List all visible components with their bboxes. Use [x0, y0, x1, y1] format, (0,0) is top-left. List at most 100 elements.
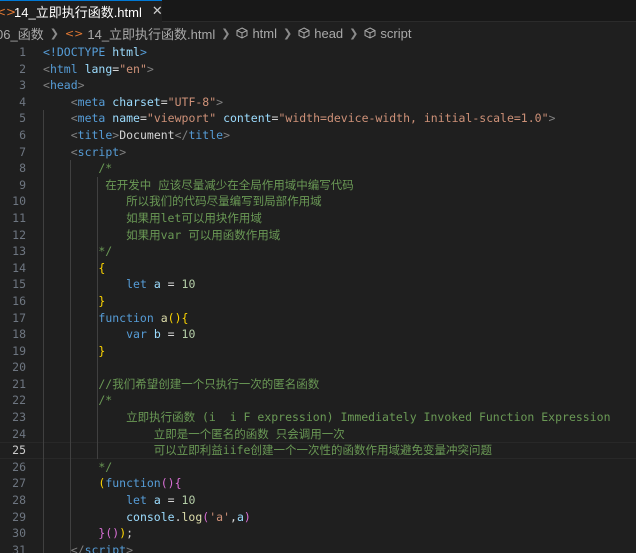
code-line[interactable]: </script>: [43, 542, 636, 553]
tab-file[interactable]: <> 14_立即执行函数.html ✕: [0, 0, 163, 22]
code-line[interactable]: }: [43, 293, 636, 310]
line-number: 2: [19, 61, 26, 76]
code-token: Document: [119, 127, 175, 142]
code-line[interactable]: //我们希望创建一个只执行一次的匿名函数: [43, 376, 636, 393]
code-line[interactable]: 所以我们的代码尽量编写到局部作用域: [43, 193, 636, 210]
code-token: let: [126, 493, 147, 508]
code-line[interactable]: /*: [43, 160, 636, 177]
line-number: 14: [12, 260, 26, 275]
element-cube-icon: [236, 27, 248, 39]
code-token: =: [160, 493, 182, 508]
code-token: html: [112, 45, 140, 59]
line-number: 17: [12, 310, 26, 325]
breadcrumb-script[interactable]: script: [364, 26, 411, 41]
code-token: (): [105, 526, 120, 541]
code-line[interactable]: {: [43, 260, 636, 277]
code-token: >: [77, 78, 85, 93]
code-token: html: [49, 61, 78, 76]
line-number: 19: [12, 343, 26, 358]
code-token: a: [236, 509, 244, 524]
line-number: 18: [12, 327, 26, 342]
code-line[interactable]: 如果用var 可以用函数作用域: [43, 227, 636, 244]
code-token: function: [98, 310, 154, 325]
code-line[interactable]: console.log('a',a): [43, 509, 636, 526]
code-line[interactable]: var b = 10: [43, 326, 636, 343]
line-number: 31: [12, 542, 26, 553]
breadcrumb-folder[interactable]: 06_函数: [0, 24, 44, 43]
code-editor[interactable]: 1 2 3 4 5 6 7 8 9 10 11 12 13 14 15 16 17 18 19 20 21 22 23 24 2…: [0, 44, 636, 553]
code-line[interactable]: <meta charset="UTF-8">: [43, 94, 636, 111]
code-token: content: [216, 111, 272, 126]
code-token: */: [43, 244, 113, 259]
code-line[interactable]: (function(){: [43, 475, 636, 492]
code-line[interactable]: <meta name="viewport" content="width=dev…: [43, 110, 636, 127]
code-line[interactable]: 在开发中 应该尽量减少在全局作用域中编写代码: [43, 177, 636, 194]
code-line[interactable]: let a = 10: [43, 276, 636, 293]
code-line[interactable]: 立即是一个匿名的函数 只会调用一次: [43, 426, 636, 443]
breadcrumb-file[interactable]: <> 14_立即执行函数.html: [65, 24, 215, 43]
code-token: "viewport": [146, 111, 217, 126]
code-token: script: [77, 144, 120, 159]
line-number: 10: [12, 194, 26, 209]
code-line[interactable]: <!DOCTYPE html>: [43, 44, 636, 61]
html-file-icon: <>: [64, 26, 84, 40]
code-line[interactable]: 立即执行函数 (i i F expression) Immediately In…: [43, 409, 636, 426]
code-line[interactable]: */: [43, 243, 636, 260]
code-token: */: [43, 459, 113, 474]
code-token: "UTF-8": [167, 94, 217, 109]
line-number: 13: [12, 244, 26, 259]
code-token: }: [98, 293, 106, 308]
code-line[interactable]: 如果用let可以用块作用域: [43, 210, 636, 227]
code-line[interactable]: }());: [43, 525, 636, 542]
code-token: b: [153, 327, 161, 342]
code-token: =: [160, 277, 182, 292]
code-token: =: [139, 111, 147, 126]
code-line[interactable]: <html lang="en">: [43, 61, 636, 78]
code-line[interactable]: [43, 359, 636, 376]
breadcrumb-html[interactable]: html: [236, 26, 277, 41]
code-token: a: [160, 310, 168, 325]
code-token: <!DOCTYPE: [43, 45, 113, 59]
line-number: 28: [12, 493, 26, 508]
code-line[interactable]: */: [43, 459, 636, 476]
code-token: var: [126, 327, 147, 342]
code-line[interactable]: let a = 10: [43, 492, 636, 509]
line-number: 1: [19, 45, 26, 59]
line-number: 6: [19, 127, 26, 142]
code-line[interactable]: <title>Document</title>: [43, 127, 636, 144]
breadcrumb-file-label: 14_立即执行函数.html: [87, 26, 216, 42]
code-token: >: [548, 111, 556, 126]
code-token: <: [70, 127, 78, 142]
line-number: 27: [12, 476, 26, 491]
code-token: 如果用var 可以用函数作用域: [43, 227, 281, 242]
code-token: charset: [105, 94, 161, 109]
breadcrumb-head[interactable]: head: [298, 26, 343, 41]
code-area[interactable]: <!DOCTYPE html> <html lang="en"> <head> <m…: [43, 44, 636, 553]
breadcrumb-head-label: head: [314, 25, 344, 41]
code-token: <: [70, 94, 78, 109]
code-line[interactable]: function a(){: [43, 310, 636, 327]
code-token: </: [70, 542, 85, 553]
code-token: meta: [77, 94, 106, 109]
code-line[interactable]: <head>: [43, 77, 636, 94]
code-token: .: [174, 509, 182, 524]
code-line[interactable]: <script>: [43, 144, 636, 161]
close-icon[interactable]: ✕: [152, 4, 163, 19]
code-token: meta: [77, 111, 106, 126]
code-line[interactable]: 可以立即利益iife创建一个一次性的函数作用域避免变量冲突问题: [43, 442, 636, 459]
code-token: {: [181, 310, 189, 325]
code-token: <: [43, 78, 50, 93]
code-line[interactable]: /*: [43, 392, 636, 409]
line-number: 22: [12, 393, 26, 408]
code-line[interactable]: }: [43, 343, 636, 360]
line-number: 25: [12, 443, 26, 458]
line-number: 20: [12, 360, 26, 375]
